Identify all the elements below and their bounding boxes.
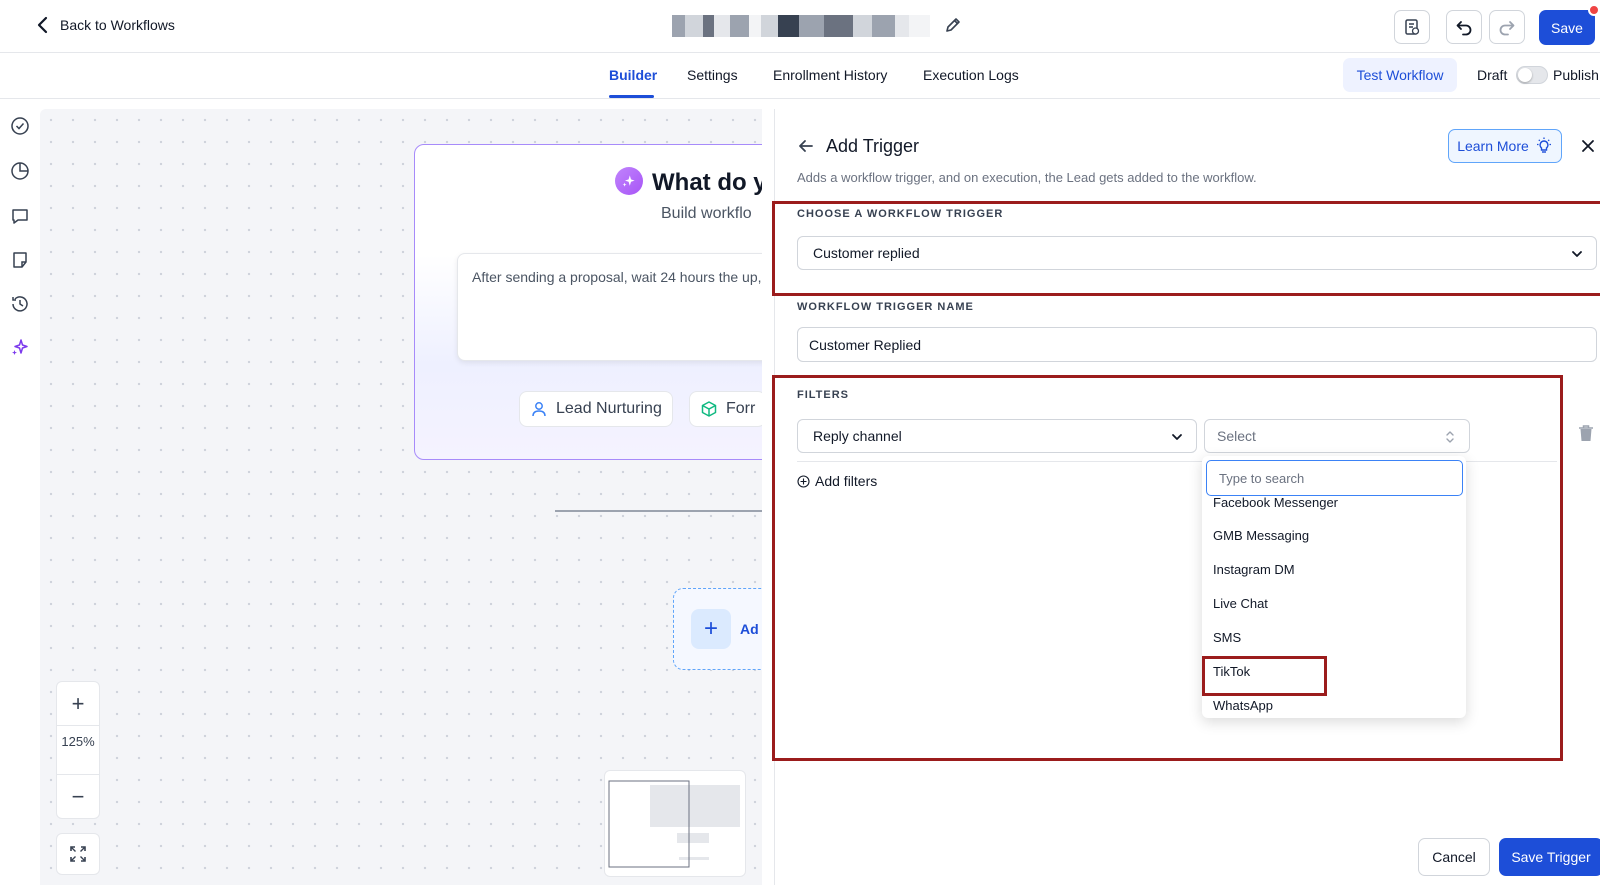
document-check-icon (1405, 19, 1420, 35)
sidebar-check-button[interactable] (10, 116, 30, 136)
draft-label: Draft (1477, 67, 1508, 83)
learn-more-button[interactable]: Learn More (1448, 129, 1562, 163)
sparkles-icon (12, 339, 28, 355)
lightbulb-icon (1536, 137, 1551, 153)
dropdown-search-input[interactable]: Type to search (1206, 460, 1463, 496)
sidebar-notes-button[interactable] (10, 250, 30, 270)
unsaved-indicator-dot (1588, 4, 1600, 16)
arrow-left-icon[interactable] (797, 137, 815, 155)
ai-card-title: What do y (652, 169, 762, 196)
publish-label: Publish (1553, 67, 1599, 83)
chip-label: Lead Nurturing (556, 400, 662, 417)
redo-icon (1499, 21, 1515, 36)
zoom-out-button[interactable]: − (57, 774, 99, 818)
zoom-level: 125% (61, 734, 95, 749)
pie-chart-icon (11, 162, 29, 180)
close-icon[interactable] (1579, 137, 1597, 155)
expand-icon (70, 846, 86, 862)
publish-toggle[interactable] (1516, 66, 1548, 84)
toggle-knob (1518, 68, 1532, 82)
tab-settings[interactable]: Settings (687, 67, 738, 83)
filters-highlight-box (772, 375, 1563, 761)
connector-line (555, 510, 762, 512)
add-node-label: Ad (740, 621, 759, 637)
sidebar-ai-button[interactable] (10, 337, 30, 357)
save-button[interactable]: Save (1539, 10, 1595, 45)
sparkles-icon (622, 175, 635, 187)
user-icon (532, 402, 546, 417)
tab-builder[interactable]: Builder (609, 67, 657, 83)
trash-icon[interactable] (1578, 424, 1594, 442)
sticky-note-icon (13, 252, 27, 268)
minimap[interactable] (604, 770, 746, 877)
add-trigger-node[interactable]: + Ad (673, 588, 762, 670)
zoom-in-button[interactable]: + (57, 682, 99, 726)
left-sidebar (0, 99, 40, 885)
sidebar-history-button[interactable] (10, 294, 30, 314)
back-to-workflows-link[interactable]: Back to Workflows (36, 16, 175, 34)
test-workflow-button[interactable]: Test Workflow (1343, 58, 1457, 92)
minimap-preview (608, 780, 740, 868)
panel-title: Add Trigger (826, 136, 920, 156)
workflow-canvas[interactable]: What do y Build workflo After sending a … (40, 109, 762, 885)
history-clock-icon (12, 296, 28, 312)
check-circle-icon (11, 117, 29, 135)
add-trigger-panel: Add Trigger Learn More Adds a workflow t… (772, 109, 1600, 885)
chevron-left-icon (37, 16, 48, 34)
tab-execution-logs[interactable]: Execution Logs (923, 67, 1019, 83)
undo-button[interactable] (1446, 10, 1482, 44)
panel-description: Adds a workflow trigger, and on executio… (797, 170, 1257, 185)
edit-title-pencil-icon[interactable] (944, 16, 962, 34)
ai-sparkle-badge (615, 167, 643, 195)
cube-icon (701, 401, 717, 417)
tab-enrollment-history[interactable]: Enrollment History (773, 67, 887, 83)
sidebar-stats-button[interactable] (10, 161, 30, 181)
top-bar: Back to Workflows Save (0, 0, 1600, 53)
fit-view-button[interactable] (56, 833, 100, 875)
chip-forms[interactable]: Forr (689, 391, 762, 427)
redo-button[interactable] (1489, 10, 1525, 44)
undo-icon (1456, 21, 1472, 36)
cancel-button[interactable]: Cancel (1418, 838, 1490, 876)
chip-lead-nurturing[interactable]: Lead Nurturing (519, 391, 673, 427)
chat-bubble-icon (12, 209, 28, 224)
trigger-highlight-box (772, 201, 1600, 296)
workflow-title-redacted (672, 15, 930, 37)
chip-label: Forr (726, 400, 756, 417)
trigger-name-label: WORKFLOW TRIGGER NAME (797, 301, 974, 313)
notes-button[interactable] (1394, 10, 1430, 44)
trigger-name-input[interactable]: Customer Replied (797, 327, 1597, 362)
ai-card-subtitle: Build workflo (661, 205, 752, 222)
zoom-controls: + 125% − (56, 681, 100, 819)
plus-icon: + (691, 609, 731, 649)
ai-builder-card: What do y Build workflo After sending a … (414, 144, 762, 460)
back-label: Back to Workflows (60, 17, 175, 33)
tab-bar: Builder Settings Enrollment History Exec… (0, 53, 1600, 99)
sidebar-comments-button[interactable] (10, 206, 30, 226)
save-trigger-button[interactable]: Save Trigger (1499, 838, 1600, 876)
active-tab-underline (609, 95, 654, 98)
learn-more-label: Learn More (1457, 138, 1529, 154)
ai-prompt-input[interactable]: After sending a proposal, wait 24 hours … (457, 253, 762, 361)
